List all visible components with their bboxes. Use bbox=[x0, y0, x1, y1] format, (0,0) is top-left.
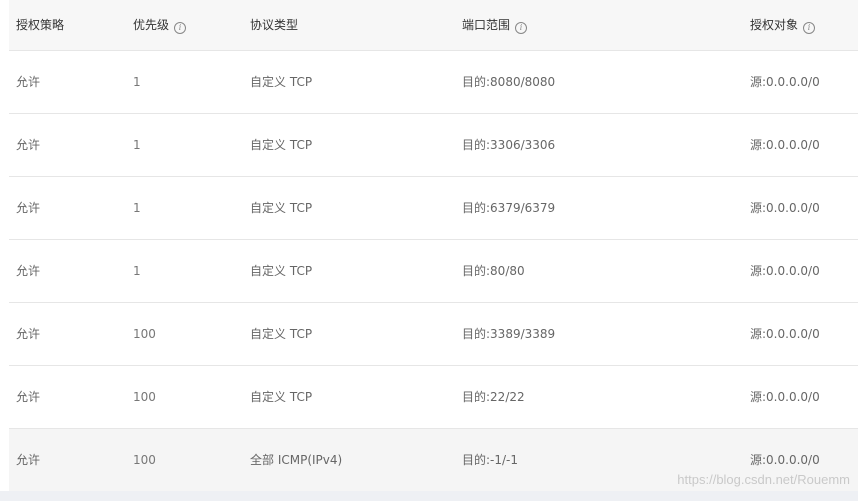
info-icon[interactable]: i bbox=[515, 21, 528, 34]
cell-priority: 1 bbox=[126, 50, 243, 114]
cell-priority: 100 bbox=[126, 302, 243, 366]
cell-auth-object: 源:0.0.0.0/0 bbox=[750, 113, 858, 177]
column-header-priority: 优先级 i bbox=[126, 0, 243, 51]
cell-priority: 1 bbox=[126, 239, 243, 303]
cell-protocol: 自定义 TCP bbox=[243, 302, 455, 366]
cell-policy: 允许 bbox=[9, 302, 126, 366]
table-row: 允许 1 自定义 TCP 目的:80/80 源:0.0.0.0/0 bbox=[9, 239, 858, 303]
rules-table-container: 授权策略 优先级 i 协议类型 端口范围 i 授权对象 i 允许 1 自定义 T… bbox=[9, 0, 858, 492]
cell-port-range: 目的:3389/3389 bbox=[455, 302, 750, 366]
cell-auth-object: 源:0.0.0.0/0 bbox=[750, 365, 858, 429]
column-header-policy: 授权策略 bbox=[9, 0, 126, 51]
cell-policy: 允许 bbox=[9, 365, 126, 429]
cell-policy: 允许 bbox=[9, 239, 126, 303]
security-group-rules-page: 授权策略 优先级 i 协议类型 端口范围 i 授权对象 i 允许 1 自定义 T… bbox=[0, 0, 858, 501]
info-icon[interactable]: i bbox=[803, 21, 816, 34]
column-header-label: 优先级 bbox=[133, 17, 170, 32]
cell-policy: 允许 bbox=[9, 113, 126, 177]
watermark-text: https://blog.csdn.net/Rouemm bbox=[677, 472, 850, 487]
cell-priority: 1 bbox=[126, 176, 243, 240]
cell-protocol: 自定义 TCP bbox=[243, 239, 455, 303]
column-header-protocol: 协议类型 bbox=[243, 0, 455, 51]
cell-protocol: 自定义 TCP bbox=[243, 176, 455, 240]
cell-port-range: 目的:80/80 bbox=[455, 239, 750, 303]
cell-protocol: 全部 ICMP(IPv4) bbox=[243, 428, 455, 492]
column-header-port-range: 端口范围 i bbox=[455, 0, 750, 51]
column-header-label: 授权策略 bbox=[16, 18, 65, 33]
cell-priority: 1 bbox=[126, 113, 243, 177]
cell-port-range: 目的:22/22 bbox=[455, 365, 750, 429]
table-row: 允许 1 自定义 TCP 目的:6379/6379 源:0.0.0.0/0 bbox=[9, 176, 858, 240]
cell-auth-object: 源:0.0.0.0/0 bbox=[750, 176, 858, 240]
cell-protocol: 自定义 TCP bbox=[243, 365, 455, 429]
info-icon[interactable]: i bbox=[174, 21, 187, 34]
cell-policy: 允许 bbox=[9, 50, 126, 114]
cell-policy: 允许 bbox=[9, 428, 126, 492]
cell-port-range: 目的:6379/6379 bbox=[455, 176, 750, 240]
cell-protocol: 自定义 TCP bbox=[243, 50, 455, 114]
cell-auth-object: 源:0.0.0.0/0 bbox=[750, 302, 858, 366]
cell-policy: 允许 bbox=[9, 176, 126, 240]
column-header-label: 端口范围 bbox=[462, 17, 511, 32]
security-group-rules-table: 授权策略 优先级 i 协议类型 端口范围 i 授权对象 i 允许 1 自定义 T… bbox=[9, 0, 858, 492]
cell-protocol: 自定义 TCP bbox=[243, 113, 455, 177]
column-header-label: 授权对象 bbox=[750, 17, 799, 32]
column-header-auth-object: 授权对象 i bbox=[750, 0, 858, 51]
cell-port-range: 目的:8080/8080 bbox=[455, 50, 750, 114]
table-header-row: 授权策略 优先级 i 协议类型 端口范围 i 授权对象 i bbox=[9, 0, 858, 51]
table-row: 允许 100 自定义 TCP 目的:3389/3389 源:0.0.0.0/0 bbox=[9, 302, 858, 366]
table-row: 允许 100 自定义 TCP 目的:22/22 源:0.0.0.0/0 bbox=[9, 365, 858, 429]
cell-auth-object: 源:0.0.0.0/0 bbox=[750, 239, 858, 303]
table-row: 允许 1 自定义 TCP 目的:8080/8080 源:0.0.0.0/0 bbox=[9, 50, 858, 114]
cell-priority: 100 bbox=[126, 365, 243, 429]
table-row: 允许 1 自定义 TCP 目的:3306/3306 源:0.0.0.0/0 bbox=[9, 113, 858, 177]
cell-auth-object: 源:0.0.0.0/0 bbox=[750, 50, 858, 114]
cell-priority: 100 bbox=[126, 428, 243, 492]
column-header-label: 协议类型 bbox=[250, 18, 299, 33]
bottom-strip bbox=[0, 491, 858, 501]
cell-port-range: 目的:3306/3306 bbox=[455, 113, 750, 177]
